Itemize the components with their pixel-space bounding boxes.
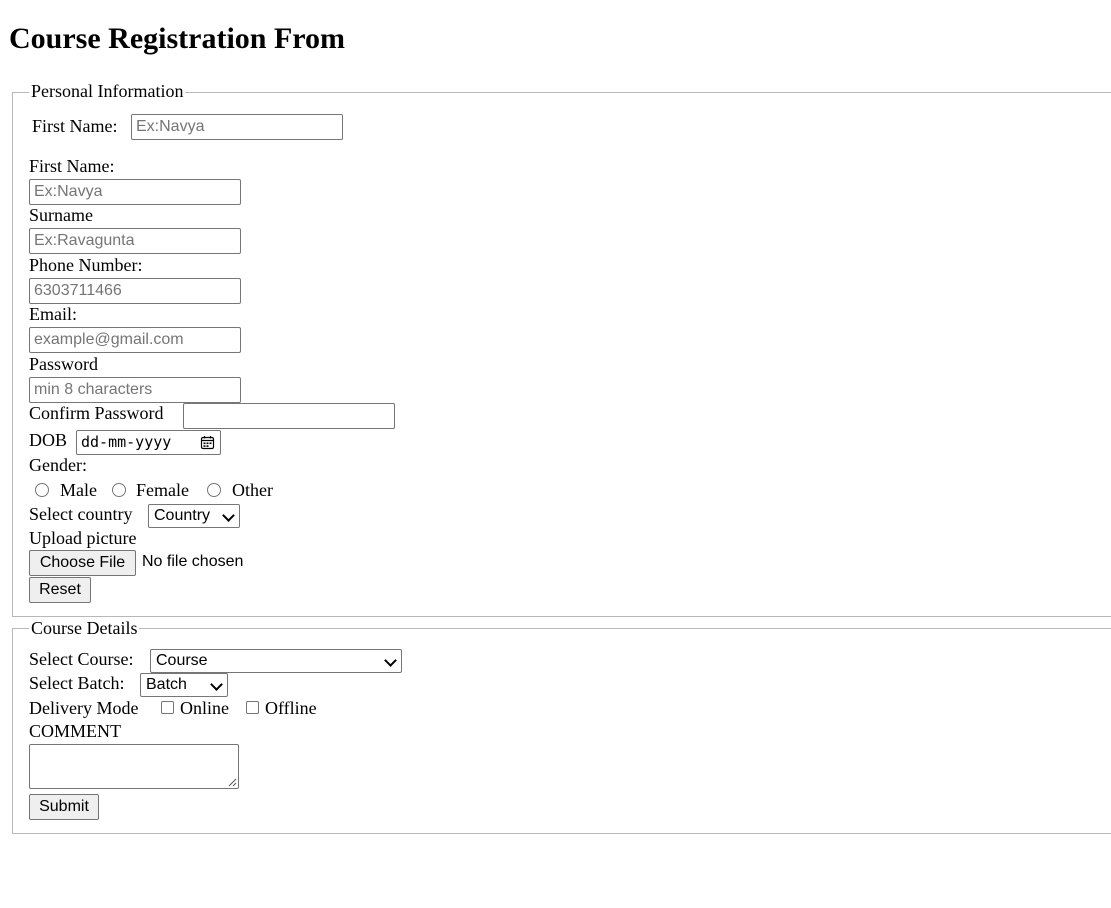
gender-other-label: Other: [232, 480, 273, 500]
delivery-offline-label: Offline: [265, 698, 317, 718]
delivery-online-label: Online: [180, 698, 229, 718]
phone-label: Phone Number:: [29, 255, 143, 275]
comment-label: COMMENT: [29, 721, 122, 741]
gender-other-radio[interactable]: [207, 483, 221, 497]
gender-male-label: Male: [60, 480, 97, 500]
resize-handle-icon[interactable]: [228, 778, 237, 787]
delivery-mode-label: Delivery Mode: [29, 698, 139, 718]
country-label: Select country: [29, 504, 133, 524]
first-name-inline-input[interactable]: Ex:Navya: [131, 114, 343, 140]
first-name-input[interactable]: Ex:Navya: [29, 179, 241, 205]
course-select[interactable]: Course: [150, 649, 402, 673]
calendar-icon[interactable]: [200, 435, 215, 450]
country-select-value: Country: [154, 507, 211, 524]
dob-input[interactable]: dd-mm-yyyy: [76, 430, 221, 455]
surname-input[interactable]: Ex:Ravagunta: [29, 228, 241, 254]
select-batch-label: Select Batch:: [29, 673, 125, 693]
phone-input[interactable]: 6303711466: [29, 278, 241, 304]
surname-label: Surname: [29, 205, 93, 225]
personal-info-legend: Personal Information: [29, 81, 186, 102]
email-label: Email:: [29, 304, 77, 324]
batch-select-value: Batch: [146, 676, 187, 693]
submit-button[interactable]: Submit: [29, 794, 99, 820]
delivery-online-checkbox[interactable]: [161, 701, 174, 714]
dob-placeholder: dd-mm-yyyy: [81, 433, 172, 451]
first-name-inline-label: First Name:: [32, 116, 118, 136]
email-input[interactable]: example@gmail.com: [29, 327, 241, 353]
gender-male-radio[interactable]: [35, 483, 49, 497]
course-select-value: Course: [156, 652, 208, 669]
gender-female-radio[interactable]: [112, 483, 126, 497]
gender-label: Gender:: [29, 455, 87, 475]
course-details-legend: Course Details: [29, 618, 140, 639]
gender-female-label: Female: [136, 480, 189, 500]
upload-picture-label: Upload picture: [29, 528, 137, 548]
password-label: Password: [29, 354, 99, 374]
no-file-chosen-text: No file chosen: [142, 553, 244, 570]
chevron-down-icon: [384, 654, 397, 667]
chevron-down-icon: [222, 509, 235, 522]
batch-select[interactable]: Batch: [140, 673, 228, 697]
chevron-down-icon: [210, 678, 223, 691]
confirm-password-input[interactable]: [183, 403, 395, 429]
personal-info-fieldset: [12, 92, 1111, 617]
confirm-password-label: Confirm Password: [29, 403, 164, 423]
comment-textarea[interactable]: [29, 744, 239, 789]
first-name-label: First Name:: [29, 156, 115, 176]
dob-label: DOB: [29, 430, 68, 450]
reset-button[interactable]: Reset: [29, 577, 91, 603]
country-select[interactable]: Country: [148, 504, 240, 528]
choose-file-button[interactable]: Choose File: [29, 550, 136, 576]
page-title: Course Registration From: [9, 22, 346, 55]
delivery-offline-checkbox[interactable]: [246, 701, 259, 714]
select-course-label: Select Course:: [29, 649, 134, 669]
password-input[interactable]: min 8 characters: [29, 377, 241, 403]
